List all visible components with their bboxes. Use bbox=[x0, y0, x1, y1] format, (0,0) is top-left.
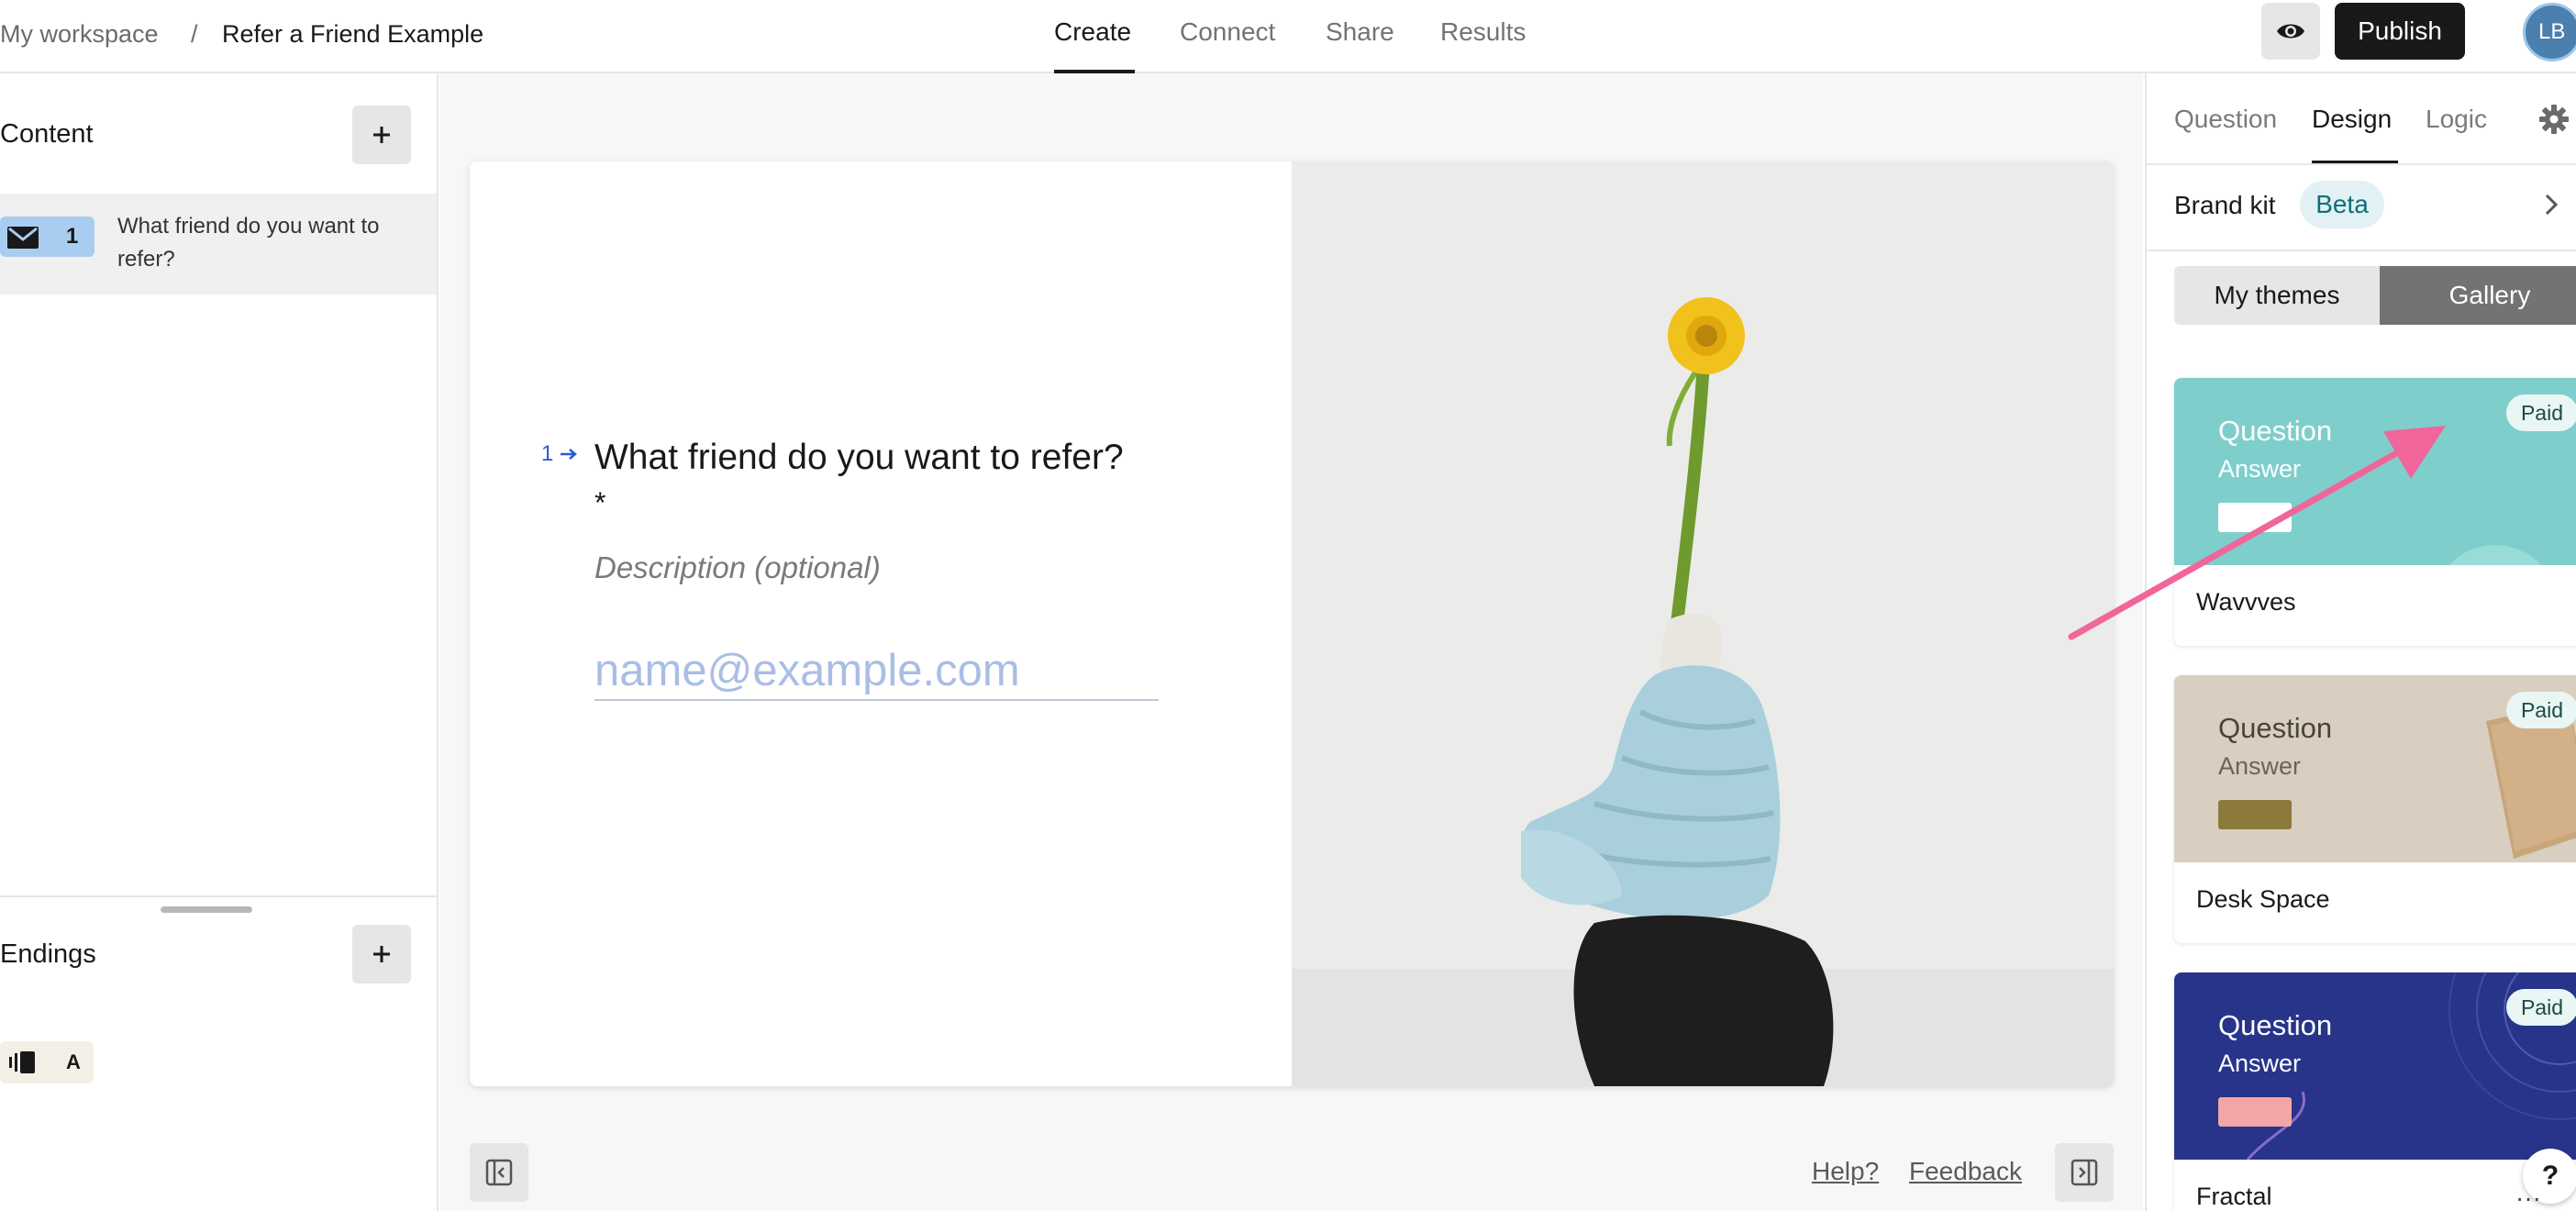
top-bar: My workspace / Refer a Friend Example Cr… bbox=[0, 0, 2576, 73]
theme-question-sample: Question bbox=[2218, 712, 2333, 744]
plus-icon bbox=[373, 946, 390, 962]
add-ending-button[interactable] bbox=[352, 925, 411, 983]
theme-preview: Question Answer Paid bbox=[2174, 675, 2576, 862]
theme-preview: Question Answer Paid bbox=[2174, 378, 2576, 565]
settings-button[interactable] bbox=[2539, 105, 2569, 139]
theme-button-sample bbox=[2218, 503, 2292, 532]
avatar[interactable]: LB bbox=[2523, 3, 2576, 61]
collapse-left-panel-button[interactable] bbox=[470, 1143, 528, 1202]
tab-create[interactable]: Create bbox=[1054, 17, 1131, 48]
ending-letter: A bbox=[66, 1050, 81, 1073]
theme-button-sample bbox=[2218, 1097, 2292, 1127]
app-window: My workspace / Refer a Friend Example Cr… bbox=[0, 0, 2576, 1211]
theme-answer-sample: Answer bbox=[2218, 752, 2302, 780]
theme-question-sample: Question bbox=[2218, 1009, 2333, 1041]
right-panel: Question Design Logic Brand kit Beta My … bbox=[2145, 73, 2576, 1211]
sidebar-left-icon bbox=[485, 1159, 513, 1186]
tab-logic[interactable]: Logic bbox=[2426, 103, 2487, 136]
tab-results[interactable]: Results bbox=[1440, 17, 1526, 48]
preview-button[interactable] bbox=[2261, 3, 2320, 60]
arrow-right-icon bbox=[561, 449, 577, 460]
endings-section-title: Endings bbox=[0, 939, 96, 969]
tabs-divider bbox=[2147, 163, 2576, 165]
question-list-item[interactable]: 1 What friend do you want to refer? bbox=[0, 194, 437, 294]
beta-badge: Beta bbox=[2300, 181, 2384, 228]
paid-badge: Paid bbox=[2506, 394, 2576, 431]
brand-kit-expand[interactable] bbox=[2543, 193, 2559, 221]
feedback-link[interactable]: Feedback bbox=[1909, 1156, 2022, 1187]
paid-badge: Paid bbox=[2506, 989, 2576, 1026]
plus-icon bbox=[373, 127, 390, 143]
tab-design[interactable]: Design bbox=[2312, 103, 2392, 136]
description-field[interactable]: Description (optional) bbox=[594, 549, 881, 587]
question-title[interactable]: What friend do you want to refer? bbox=[594, 434, 1124, 482]
eye-icon bbox=[2277, 24, 2304, 39]
brand-kit-label[interactable]: Brand kit bbox=[2174, 189, 2276, 222]
sidebar-right-icon bbox=[2071, 1159, 2098, 1186]
theme-name: Wavvves bbox=[2196, 588, 2296, 616]
theme-card-wavvves[interactable]: Question Answer Paid Wavvves bbox=[2174, 378, 2576, 646]
breadcrumb-separator: / bbox=[191, 20, 198, 48]
gear-icon bbox=[2539, 105, 2569, 134]
breadcrumb-workspace[interactable]: My workspace bbox=[0, 18, 159, 50]
theme-answer-sample: Answer bbox=[2218, 1050, 2302, 1077]
left-panel: Content 1 What friend do you want to ref… bbox=[0, 73, 439, 1211]
tab-connect[interactable]: Connect bbox=[1180, 17, 1275, 48]
question-card: 1 What friend do you want to refer? * De… bbox=[470, 161, 2114, 1086]
add-content-button[interactable] bbox=[352, 106, 411, 164]
envelope-icon bbox=[7, 227, 39, 249]
question-image bbox=[1292, 161, 2114, 1086]
required-marker: * bbox=[594, 486, 606, 519]
chevron-right-icon bbox=[2545, 194, 2559, 216]
question-number-label: 1 bbox=[541, 439, 578, 470]
breadcrumb-form-title[interactable]: Refer a Friend Example bbox=[222, 18, 483, 50]
theme-name: Fractal bbox=[2196, 1183, 2272, 1210]
question-list-item-text: What friend do you want to refer? bbox=[117, 214, 380, 272]
theme-name: Desk Space bbox=[2196, 885, 2330, 913]
theme-question-sample: Question bbox=[2218, 415, 2333, 447]
theme-card-desk-space[interactable]: Question Answer Paid Desk Space bbox=[2174, 675, 2576, 943]
publish-button[interactable]: Publish bbox=[2335, 3, 2465, 60]
tab-share[interactable]: Share bbox=[1326, 17, 1394, 48]
theme-answer-sample: Answer bbox=[2218, 455, 2302, 483]
my-themes-toggle[interactable]: My themes bbox=[2174, 266, 2380, 325]
ending-list-item[interactable]: A bbox=[0, 1041, 94, 1083]
form-canvas: 1 What friend do you want to refer? * De… bbox=[440, 73, 2143, 1211]
email-answer-input[interactable] bbox=[594, 642, 1159, 701]
gallery-toggle[interactable]: Gallery bbox=[2380, 266, 2576, 325]
collapse-right-panel-button[interactable] bbox=[2055, 1143, 2114, 1202]
paid-badge: Paid bbox=[2506, 692, 2576, 728]
resize-handle[interactable] bbox=[161, 906, 252, 913]
content-section-title: Content bbox=[0, 119, 94, 149]
theme-button-sample bbox=[2218, 800, 2292, 829]
question-type-badge: 1 bbox=[0, 217, 94, 257]
theme-card-fractal[interactable]: Question Answer Paid Fractal bbox=[2174, 972, 2576, 1211]
panel-divider bbox=[0, 895, 437, 897]
help-link[interactable]: Help? bbox=[1812, 1156, 1879, 1187]
more-options-icon[interactable]: ··· bbox=[2515, 1185, 2541, 1211]
question-number: 1 bbox=[66, 224, 79, 249]
question-number-value: 1 bbox=[541, 441, 554, 466]
brand-kit-divider bbox=[2147, 250, 2576, 251]
flower-sculpture-image bbox=[1292, 161, 2114, 1086]
theme-preview: Question Answer Paid bbox=[2174, 972, 2576, 1160]
ending-screen-icon bbox=[9, 1051, 35, 1073]
tab-question[interactable]: Question bbox=[2174, 103, 2277, 136]
